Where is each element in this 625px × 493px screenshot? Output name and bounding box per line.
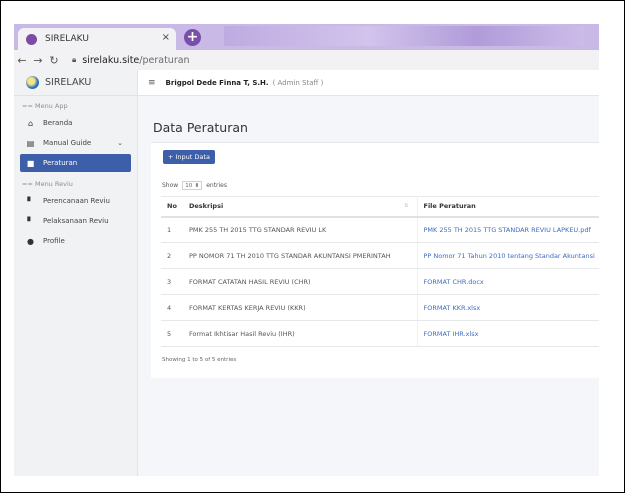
blurred-tabs-area bbox=[224, 26, 584, 46]
table-header-row: No Deskripsi ⇅ File Peraturan bbox=[161, 196, 599, 218]
sidebar-item-manual-guide[interactable]: ▤ Manual Guide ⌄ bbox=[20, 134, 131, 152]
lock-icon[interactable]: 🔒︎ bbox=[72, 55, 76, 65]
cell-no: 3 bbox=[161, 268, 183, 295]
column-header-deskripsi[interactable]: Deskripsi ⇅ bbox=[183, 196, 418, 218]
cell-deskripsi: FORMAT CATATAN HASIL REVIU (CHR) bbox=[183, 268, 418, 295]
url-field[interactable]: sirelaku.site/peraturan bbox=[82, 55, 189, 66]
table-row: 5 Format Ikhtisar Hasil Reviu (IHR) FORM… bbox=[161, 320, 599, 347]
file-link[interactable]: PP Nomor 71 Tahun 2010 tentang Standar A… bbox=[417, 242, 599, 269]
table-info: Showing 1 to 5 of 5 entries bbox=[162, 357, 237, 363]
url-host: sirelaku.site bbox=[82, 54, 140, 66]
cell-deskripsi: Format Ikhtisar Hasil Reviu (IHR) bbox=[183, 320, 418, 347]
user-icon: ● bbox=[27, 236, 34, 246]
table-row: 1 PMK 255 TH 2015 TTG STANDAR REVIU LK P… bbox=[161, 216, 599, 243]
browser-tab-bar: SIRELAKU × + bbox=[14, 24, 599, 50]
cell-no: 2 bbox=[161, 242, 183, 269]
file-link[interactable]: FORMAT IHR.xlsx bbox=[417, 320, 599, 347]
peraturan-table: No Deskripsi ⇅ File Peraturan 1 PMK 255 T… bbox=[161, 196, 599, 347]
bookmark-icon: ■ bbox=[26, 158, 35, 168]
sidebar-item-label: Profile bbox=[43, 237, 65, 245]
table-row: 3 FORMAT CATATAN HASIL REVIU (CHR) FORMA… bbox=[161, 268, 599, 295]
column-header-no[interactable]: No bbox=[161, 196, 183, 218]
url-path: /peraturan bbox=[139, 54, 190, 66]
user-name[interactable]: Brigpol Dede Finna T, S.H. bbox=[166, 79, 269, 87]
cell-no: 1 bbox=[161, 216, 183, 243]
file-icon: ▘ bbox=[27, 216, 34, 226]
page-length-select[interactable]: 10 ⬍ bbox=[182, 181, 203, 190]
sidebar-item-pelaksanaan-reviu[interactable]: ▘ Pelaksanaan Reviu bbox=[20, 212, 131, 230]
cell-deskripsi: PP NOMOR 71 TH 2010 TTG STANDAR AKUNTANS… bbox=[183, 242, 418, 269]
column-header-file[interactable]: File Peraturan bbox=[417, 196, 599, 218]
tab-close-icon[interactable]: × bbox=[162, 32, 170, 43]
brand[interactable]: SIRELAKU bbox=[14, 70, 137, 96]
sidebar: SIRELAKU == Menu App ⌂ Beranda ▤ Manual … bbox=[14, 70, 138, 476]
file-link[interactable]: PMK 255 TH 2015 TTG STANDAR REVIU LAPKEU… bbox=[417, 216, 599, 243]
sidebar-item-label: Perencanaan Reviu bbox=[43, 197, 110, 205]
sidebar-item-label: Beranda bbox=[43, 119, 73, 127]
favicon-icon bbox=[26, 33, 37, 45]
main-content: Data Peraturan + Input Data Show 10 ⬍ en… bbox=[138, 96, 599, 476]
sidebar-item-label: Peraturan bbox=[43, 159, 78, 167]
sidebar-item-beranda[interactable]: ⌂ Beranda bbox=[20, 114, 131, 132]
sidebar-item-label: Pelaksanaan Reviu bbox=[43, 217, 109, 225]
reload-icon[interactable]: ↻ bbox=[46, 54, 62, 67]
file-link[interactable]: FORMAT KKR.xlsx bbox=[417, 294, 599, 321]
home-icon: ⌂ bbox=[27, 118, 34, 128]
cell-deskripsi: PMK 255 TH 2015 TTG STANDAR REVIU LK bbox=[183, 216, 418, 243]
sidebar-item-profile[interactable]: ● Profile bbox=[20, 232, 131, 250]
page-title: Data Peraturan bbox=[153, 120, 248, 135]
sidebar-section-title: == Menu App bbox=[22, 102, 68, 110]
file-icon: ▘ bbox=[27, 196, 34, 206]
forward-arrow-icon[interactable]: → bbox=[30, 54, 46, 67]
cell-no: 4 bbox=[161, 294, 183, 321]
screenshot-frame: SIRELAKU × + ← → ↻ 🔒︎ sirelaku.site/pera… bbox=[0, 0, 625, 493]
entries-label: entries bbox=[206, 182, 228, 189]
sidebar-section-title: == Menu Reviu bbox=[22, 180, 73, 188]
browser-tab[interactable]: SIRELAKU × bbox=[18, 28, 176, 50]
sidebar-item-peraturan[interactable]: ■ Peraturan bbox=[20, 154, 131, 172]
brand-name: SIRELAKU bbox=[45, 77, 92, 88]
input-data-button[interactable]: + Input Data bbox=[163, 150, 215, 164]
cell-deskripsi: FORMAT KERTAS KERJA REVIU (KKR) bbox=[183, 294, 418, 321]
back-arrow-icon[interactable]: ← bbox=[14, 54, 30, 67]
book-icon: ▤ bbox=[26, 138, 35, 148]
top-navbar: ≡ Brigpol Dede Finna T, S.H. ( Admin Sta… bbox=[138, 70, 599, 96]
show-label: Show bbox=[162, 182, 179, 189]
data-card: + Input Data Show 10 ⬍ entries No Deskri… bbox=[151, 142, 599, 378]
sidebar-item-label: Manual Guide bbox=[43, 139, 92, 147]
chevron-down-icon: ⌄ bbox=[117, 139, 123, 147]
sidebar-item-perencanaan-reviu[interactable]: ▘ Perencanaan Reviu bbox=[20, 192, 131, 210]
column-header-label: Deskripsi bbox=[189, 202, 224, 211]
app-logo-icon bbox=[26, 76, 39, 89]
tab-title: SIRELAKU bbox=[45, 34, 89, 44]
select-arrow-icon: ⬍ bbox=[194, 182, 200, 189]
table-row: 2 PP NOMOR 71 TH 2010 TTG STANDAR AKUNTA… bbox=[161, 242, 599, 269]
file-link[interactable]: FORMAT CHR.docx bbox=[417, 268, 599, 295]
user-role: ( Admin Staff ) bbox=[272, 78, 324, 87]
hamburger-menu-icon[interactable]: ≡ bbox=[148, 78, 156, 88]
browser-window: SIRELAKU × + ← → ↻ 🔒︎ sirelaku.site/pera… bbox=[14, 24, 599, 476]
table-row: 4 FORMAT KERTAS KERJA REVIU (KKR) FORMAT… bbox=[161, 294, 599, 321]
cell-no: 5 bbox=[161, 320, 183, 347]
new-tab-button[interactable]: + bbox=[184, 29, 201, 46]
sort-icon: ⇅ bbox=[404, 203, 409, 209]
page-length-control: Show 10 ⬍ entries bbox=[162, 181, 227, 190]
address-bar: ← → ↻ 🔒︎ sirelaku.site/peraturan bbox=[14, 50, 599, 70]
page-length-value: 10 bbox=[185, 182, 193, 189]
